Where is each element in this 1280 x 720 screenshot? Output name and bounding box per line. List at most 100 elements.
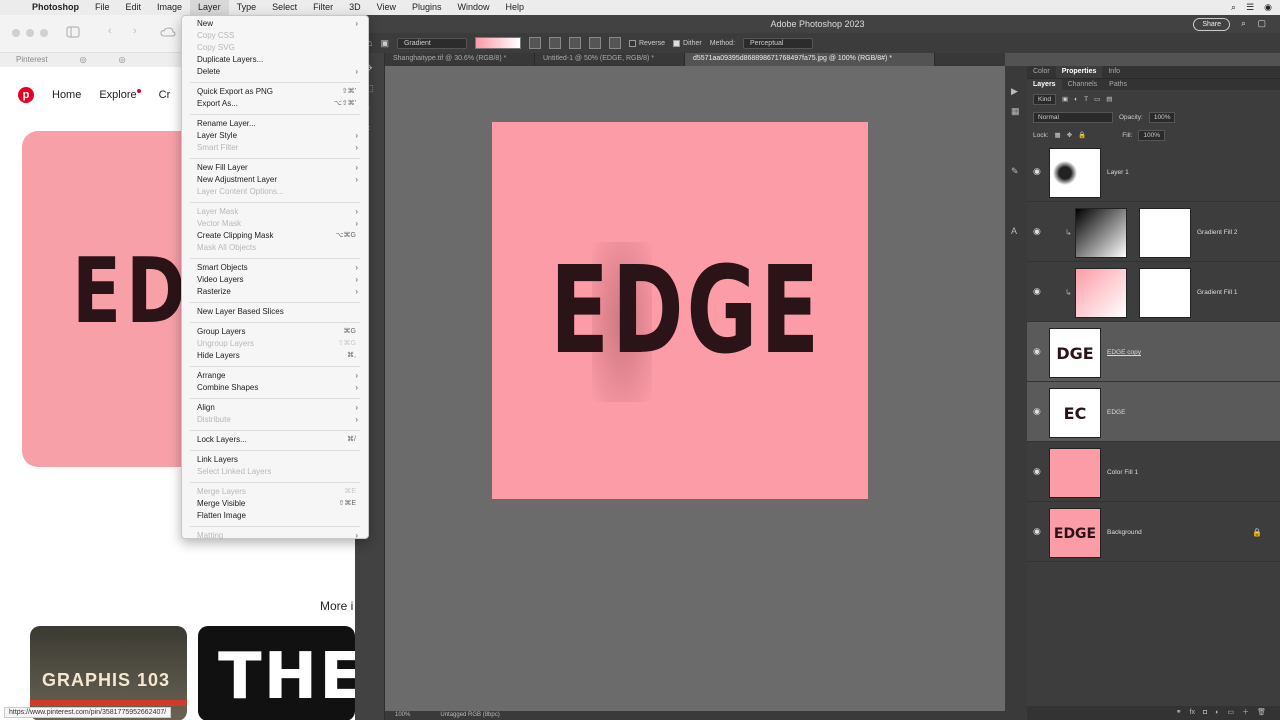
ps-canvas-area[interactable]: EDGE xyxy=(385,66,1025,711)
filter-adjust-icon[interactable]: ◐ xyxy=(1074,96,1078,103)
zoom-window-icon[interactable] xyxy=(40,29,48,37)
menu-item-combine-shapes[interactable]: Combine Shapes › xyxy=(182,382,368,394)
browser-tab-2[interactable]: ◎ xyxy=(64,53,103,67)
layer-row-gradient-fill-2[interactable]: ◉ ↳ Gradient Fill 2 xyxy=(1027,202,1280,262)
menu-item-new-layer-based-slices[interactable]: New Layer Based Slices xyxy=(182,306,368,318)
menu-window[interactable]: Window xyxy=(450,0,498,15)
opacity-input[interactable]: 100% xyxy=(1148,111,1176,123)
menu-item-link-layers[interactable]: Link Layers xyxy=(182,454,368,466)
visibility-eye-icon[interactable]: ◉ xyxy=(1033,226,1041,237)
menu-file[interactable]: File xyxy=(87,0,118,15)
menu-item-align[interactable]: Align › xyxy=(182,402,368,414)
play-icon[interactable]: ▶ xyxy=(1011,86,1018,97)
visibility-eye-icon[interactable]: ◉ xyxy=(1033,286,1041,297)
layer-row-background[interactable]: ◉ EDGE Background 🔒 xyxy=(1027,502,1280,562)
cloud-icon[interactable] xyxy=(160,27,176,37)
new-group-icon[interactable]: ▭ xyxy=(1227,706,1234,720)
layer-name[interactable]: EDGE copy xyxy=(1107,349,1141,356)
character-icon[interactable]: A xyxy=(1011,226,1017,236)
filter-pixel-icon[interactable]: ▣ xyxy=(1062,95,1068,103)
menu-image[interactable]: Image xyxy=(149,0,190,15)
tool-preset-select[interactable]: Gradient xyxy=(396,37,467,49)
doc-tab-active[interactable]: d5571aa09395d868898671768497fa75.jpg @ 1… xyxy=(685,53,935,66)
menu-item-rasterize[interactable]: Rasterize › xyxy=(182,286,368,298)
gradient-swatch[interactable] xyxy=(474,37,521,49)
angle-gradient-button[interactable] xyxy=(568,37,581,49)
layer-row-edge[interactable]: ◉ EC EDGE xyxy=(1027,382,1280,442)
visibility-eye-icon[interactable]: ◉ xyxy=(1033,406,1041,417)
menu-item-video-layers[interactable]: Video Layers › xyxy=(182,274,368,286)
adjustment-icon[interactable]: ◐ xyxy=(1215,706,1219,720)
menu-view[interactable]: View xyxy=(369,0,404,15)
menu-item-smart-objects[interactable]: Smart Objects › xyxy=(182,262,368,274)
menu-item-rename-layer[interactable]: Rename Layer... xyxy=(182,118,368,130)
related-pin-thumbnail-1[interactable]: GRAPHIS 103 xyxy=(30,626,187,720)
visibility-eye-icon[interactable]: ◉ xyxy=(1033,346,1041,357)
doc-tab-shanghaitype[interactable]: Shanghaitype.tif @ 30.6% (RGB/8) * xyxy=(385,53,535,66)
tab-paths[interactable]: Paths xyxy=(1103,79,1133,90)
menu-3d[interactable]: 3D xyxy=(341,0,369,15)
search-icon[interactable]: ⌕ xyxy=(1231,2,1236,13)
menu-item-delete[interactable]: Delete › xyxy=(182,66,368,78)
menu-item-create-clipping-mask[interactable]: Create Clipping Mask ⌥⌘G xyxy=(182,230,368,242)
ps-search-icon[interactable]: ⌕ xyxy=(1241,18,1246,29)
pin-image-card[interactable]: EDGE xyxy=(22,131,202,467)
menu-layer[interactable]: Layer xyxy=(190,0,229,15)
menu-item-arrange[interactable]: Arrange › xyxy=(182,370,368,382)
tab-channels[interactable]: Channels xyxy=(1062,79,1104,90)
layer-row-color-fill-1[interactable]: ◉ Color Fill 1 xyxy=(1027,442,1280,502)
tab-properties[interactable]: Properties xyxy=(1055,66,1103,78)
menu-edit[interactable]: Edit xyxy=(118,0,150,15)
siri-icon[interactable]: ◉ xyxy=(1264,2,1272,13)
dither-checkbox[interactable]: Dither xyxy=(673,39,702,47)
menu-item-flatten-image[interactable]: Flatten Image xyxy=(182,510,368,522)
tab-info[interactable]: Info xyxy=(1102,66,1126,78)
doc-tab-untitled[interactable]: Untitled-1 @ 50% (EDGE, RGB/8) * xyxy=(535,53,685,66)
filter-smart-icon[interactable]: ▤ xyxy=(1106,95,1112,103)
menu-item-new-fill-layer[interactable]: New Fill Layer › xyxy=(182,162,368,174)
menu-item-quick-export[interactable]: Quick Export as PNG ⇧⌘' xyxy=(182,86,368,98)
related-pin-thumbnail-2[interactable]: THE xyxy=(198,626,355,720)
new-layer-icon[interactable]: ＋ xyxy=(1242,706,1249,720)
share-button[interactable]: Share xyxy=(1193,18,1230,31)
menu-item-lock-layers[interactable]: Lock Layers... ⌘/ xyxy=(182,434,368,446)
kind-filter-select[interactable]: Kind xyxy=(1033,93,1057,105)
nav-explore[interactable]: Explore xyxy=(99,89,141,101)
sidebar-icon[interactable] xyxy=(66,26,80,38)
radial-gradient-button[interactable] xyxy=(548,37,561,49)
minimize-window-icon[interactable] xyxy=(26,29,34,37)
layer-row-gradient-fill-1[interactable]: ◉ ↳ Gradient Fill 1 xyxy=(1027,262,1280,322)
visibility-eye-icon[interactable]: ◉ xyxy=(1033,526,1041,537)
browser-tab-3[interactable]: ◎ xyxy=(103,53,142,67)
tool-preset-icon[interactable]: ▣ xyxy=(380,38,389,49)
menu-item-new[interactable]: New › xyxy=(182,18,368,30)
lock-all-icon[interactable]: 🔒 xyxy=(1078,131,1086,139)
close-window-icon[interactable] xyxy=(12,29,20,37)
menu-item-duplicate-layers[interactable]: Duplicate Layers... xyxy=(182,54,368,66)
tab-color[interactable]: Color xyxy=(1027,66,1056,78)
lock-position-icon[interactable]: ✥ xyxy=(1067,131,1072,139)
swatches-icon[interactable]: ▦ xyxy=(1011,106,1020,117)
reverse-checkbox[interactable]: Reverse xyxy=(628,39,665,47)
layer-row-edge-copy[interactable]: ◉ DGE EDGE copy xyxy=(1027,322,1280,382)
tab-layers[interactable]: Layers xyxy=(1027,79,1062,90)
menu-item-hide-layers[interactable]: Hide Layers ⌘, xyxy=(182,350,368,362)
menu-item-group-layers[interactable]: Group Layers ⌘G xyxy=(182,326,368,338)
document-canvas[interactable]: EDGE xyxy=(492,122,868,499)
forward-icon[interactable]: › xyxy=(133,25,137,37)
control-center-icon[interactable]: ☰ xyxy=(1246,2,1254,13)
lock-pixels-icon[interactable]: ▦ xyxy=(1055,131,1061,139)
layer-mask-thumbnail[interactable] xyxy=(1139,208,1191,258)
menu-item-merge-visible[interactable]: Merge Visible ⇧⌘E xyxy=(182,498,368,510)
method-select[interactable]: Perceptual xyxy=(743,37,814,49)
diamond-gradient-button[interactable] xyxy=(608,37,621,49)
visibility-eye-icon[interactable]: ◉ xyxy=(1033,466,1041,477)
menu-item-layer-style[interactable]: Layer Style › xyxy=(182,130,368,142)
menu-help[interactable]: Help xyxy=(498,0,533,15)
nav-create[interactable]: Cr xyxy=(159,89,171,101)
visibility-eye-icon[interactable]: ◉ xyxy=(1033,166,1041,177)
back-icon[interactable]: ‹ xyxy=(108,25,112,37)
menu-select[interactable]: Select xyxy=(264,0,305,15)
pinterest-logo-icon[interactable]: p xyxy=(18,87,34,103)
layer-mask-thumbnail[interactable] xyxy=(1139,268,1191,318)
